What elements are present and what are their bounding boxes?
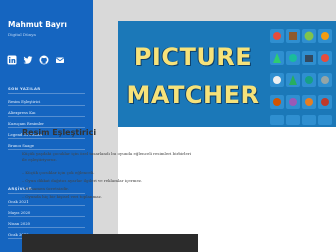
post-card: PICTURE MATCHER [118,21,336,252]
divider [8,149,85,150]
archive-link[interactable]: Nisan 2020 [8,221,30,226]
hero-line-matcher: MATCHER [126,81,260,109]
divider [8,93,85,94]
archive-link[interactable]: Ocak 2021 [8,199,29,204]
email-icon[interactable] [55,55,65,65]
feature-item: – Oyunda hiç bir kişisel veri toplanmaz. [22,194,103,199]
recent-post-link[interactable]: Resim Eşleştirici [8,99,40,104]
post-intro: ile eşleştiriyoruz. [22,157,57,162]
divider [8,216,85,217]
picture-grid-illustration [268,25,336,125]
recent-post-link[interactable]: Aliexpress Kaı [8,110,35,115]
post-intro: Küçük yaşdaki çocuklar için özel tasarla… [22,151,192,156]
social-links [7,55,65,65]
divider [8,205,85,206]
divider [8,138,85,139]
embedded-media-block [22,234,198,252]
sidebar: Mahmut Bayrı Digital Dünya SON YAZILAR R… [0,0,93,252]
recent-post-link[interactable]: Kuzuçam Resimler [8,121,44,126]
archive-link[interactable]: Mayıs 2020 [8,210,30,215]
feature-item: – Küçük çocuklar için çok eğlenceli. [22,170,95,175]
recent-post-link[interactable]: Brunoı Saage [8,143,34,148]
feature-item: – Tamamen ücretsizdir. [22,186,69,191]
site-title[interactable]: Mahmut Bayrı [8,20,67,29]
hero-title: PICTURE MATCHER [118,21,268,127]
site-tagline: Digital Dünya [8,32,36,37]
hero-line-picture: PICTURE [133,43,253,71]
divider [8,116,85,117]
linkedin-icon[interactable] [7,55,17,65]
post-title[interactable]: Resim Eşleştirici [22,128,96,137]
feature-item: – Oyun dikkat dağıtıcı ayarlar ilgileri … [22,178,143,183]
twitter-icon[interactable] [23,55,33,65]
featured-image[interactable]: PICTURE MATCHER [118,21,336,127]
divider [8,227,85,228]
github-icon[interactable] [39,55,49,65]
recent-posts-title: SON YAZILAR [8,86,41,91]
divider [8,105,85,106]
